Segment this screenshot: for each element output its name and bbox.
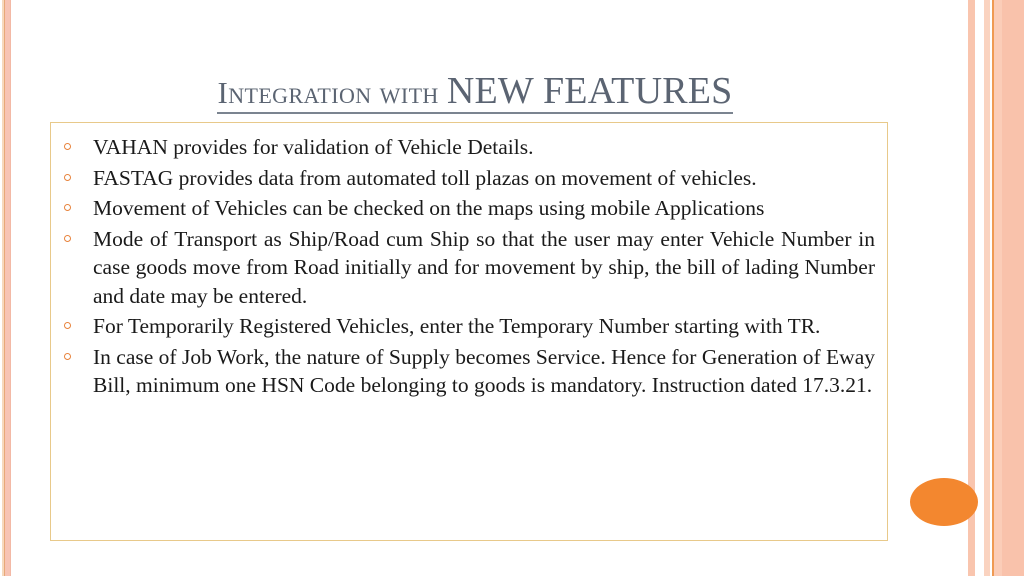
slide-title-emphasis: NEW FEATURES bbox=[446, 70, 733, 112]
slide-title: Integration with NEW FEATURES bbox=[217, 72, 733, 114]
bullet-list: VAHAN provides for validation of Vehicle… bbox=[51, 123, 887, 400]
bullet-circle-icon bbox=[64, 173, 71, 181]
bullet-circle-icon bbox=[64, 204, 71, 211]
stripe-segment bbox=[1002, 0, 1024, 576]
bullet-circle-icon bbox=[64, 234, 71, 242]
list-item: Mode of Transport as Ship/Road cum Ship … bbox=[63, 225, 875, 311]
stripe-segment bbox=[984, 0, 990, 576]
bullet-circle-icon bbox=[64, 143, 71, 150]
slide: Integration with NEW FEATURES VAHAN prov… bbox=[0, 0, 1024, 576]
bullet-circle-icon bbox=[64, 352, 71, 360]
stripe-segment bbox=[10, 0, 11, 576]
list-item: VAHAN provides for validation of Vehicle… bbox=[63, 133, 875, 162]
slide-title-lead: Integration with bbox=[217, 75, 447, 110]
list-item: Movement of Vehicles can be checked on t… bbox=[63, 194, 875, 223]
list-item: FASTAG provides data from automated toll… bbox=[63, 164, 875, 193]
list-item-text: Movement of Vehicles can be checked on t… bbox=[93, 196, 765, 220]
list-item-text: For Temporarily Registered Vehicles, ent… bbox=[93, 314, 821, 338]
list-item-text: FASTAG provides data from automated toll… bbox=[93, 165, 757, 190]
left-decorative-stripe bbox=[0, 0, 14, 576]
title-container: Integration with NEW FEATURES bbox=[60, 72, 890, 114]
stripe-segment bbox=[994, 0, 1002, 576]
list-item-text: VAHAN provides for validation of Vehicle… bbox=[93, 135, 534, 159]
content-box: VAHAN provides for validation of Vehicle… bbox=[50, 122, 888, 541]
orange-ellipse-decoration bbox=[910, 478, 978, 526]
bullet-circle-icon bbox=[64, 322, 71, 329]
list-item: For Temporarily Registered Vehicles, ent… bbox=[63, 312, 875, 341]
list-item: In case of Job Work, the nature of Suppl… bbox=[63, 343, 875, 400]
list-item-text: Mode of Transport as Ship/Road cum Ship … bbox=[93, 226, 875, 308]
list-item-text: In case of Job Work, the nature of Suppl… bbox=[93, 344, 875, 398]
